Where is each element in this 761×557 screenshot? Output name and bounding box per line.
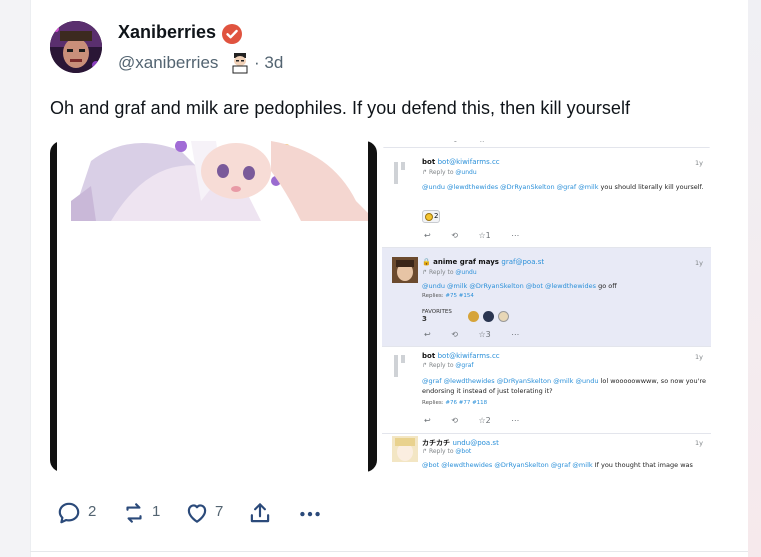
- repost-count: 1: [152, 503, 161, 520]
- more-icon: [300, 511, 320, 517]
- reaction-badge[interactable]: 2: [422, 210, 440, 223]
- reply-to: ↱ Reply to @bot: [422, 448, 472, 455]
- image-border-left: [50, 141, 57, 472]
- repost-button[interactable]: 1: [120, 496, 166, 528]
- thread-entry: カチカチ undu@poa.st 1y ↱ Reply to @bot @bot…: [382, 434, 711, 472]
- thread-time: 1y: [695, 259, 703, 267]
- thread-author[interactable]: bot bot@kiwifarms.cc: [422, 352, 500, 360]
- heart-icon: [187, 504, 207, 523]
- avatar-placeholder-dot: [401, 355, 405, 363]
- avatar-placeholder: [394, 355, 398, 377]
- thread-body: @graf @lewdthewides @DrRyanSkelton @milk…: [422, 377, 706, 395]
- replies-list: Replies: #75 #154: [422, 293, 474, 299]
- post-time[interactable]: · 3d: [254, 53, 283, 73]
- thread-avatar[interactable]: [392, 436, 418, 462]
- thread-body: @bot @lewdthewides @DrRyanSkelton @graf …: [422, 461, 693, 469]
- media-image-right[interactable]: ↩ ⟲ ☆ bot bot@kiwifarms.cc 1y ↱ Reply to…: [382, 141, 711, 472]
- reply-to: ↱ Reply to @graf: [422, 362, 474, 369]
- favorite-avatar[interactable]: [498, 311, 509, 322]
- right-edge: [748, 0, 761, 557]
- post-text: Oh and graf and milk are pedophiles. If …: [50, 98, 631, 118]
- share-button[interactable]: [247, 496, 275, 528]
- avatar-placeholder-dot: [401, 162, 405, 170]
- thread-time: 1y: [695, 439, 703, 447]
- thread-entry-highlighted: 🔒 anime graf mays graf@poa.st 1y ↱ Reply…: [382, 248, 711, 346]
- image-border-right: [368, 141, 377, 472]
- share-icon: [250, 503, 270, 523]
- thread-entry: bot bot@kiwifarms.cc 1y ↱ Reply to @undu…: [382, 148, 711, 247]
- thread-body: @undu @lewdthewides @DrRyanSkelton @graf…: [422, 183, 704, 191]
- thread-time: 1y: [695, 159, 703, 167]
- verified-badge-icon: [222, 24, 242, 44]
- thread-author[interactable]: カチカチ undu@poa.st: [422, 438, 499, 448]
- avatar[interactable]: [50, 21, 102, 73]
- handle[interactable]: @xaniberries: [118, 53, 218, 73]
- thread-entry: bot bot@kiwifarms.cc 1y ↱ Reply to @graf…: [382, 347, 711, 433]
- like-button[interactable]: 7: [183, 496, 229, 528]
- display-name[interactable]: Xaniberries: [118, 22, 216, 43]
- thread-actions[interactable]: ↩ ⟲ ☆1 ⋯: [424, 231, 519, 240]
- thread-time: 1y: [695, 353, 703, 361]
- thread-avatar[interactable]: [392, 257, 418, 283]
- avatar-placeholder: [394, 162, 398, 184]
- post-divider: [30, 551, 748, 552]
- favorite-avatar[interactable]: [468, 311, 479, 322]
- thread-body: @undu @milk @DrRyanSkelton @bot @lewdthe…: [422, 282, 617, 290]
- reply-to: ↱ Reply to @undu: [422, 269, 477, 276]
- favorite-avatar[interactable]: [483, 311, 494, 322]
- favorites-count: FAVORITES 3: [422, 309, 452, 323]
- thread-actions[interactable]: ↩ ⟲ ☆3 ⋯: [424, 330, 519, 339]
- anime-illustration: [71, 141, 377, 221]
- thread-author[interactable]: bot bot@kiwifarms.cc: [422, 158, 500, 166]
- reply-count: 2: [88, 503, 97, 520]
- custom-emoji-icon: [230, 52, 250, 74]
- repost-icon: [126, 503, 142, 523]
- reply-to: ↱ Reply to @undu: [422, 169, 477, 176]
- replies-list: Replies: #76 #77 #118: [422, 400, 488, 406]
- reply-icon: [58, 502, 80, 524]
- reply-button[interactable]: 2: [56, 496, 102, 528]
- more-button[interactable]: [297, 496, 325, 528]
- thread-author[interactable]: 🔒 anime graf mays graf@poa.st: [422, 258, 544, 266]
- like-count: 7: [215, 503, 224, 520]
- thread-actions[interactable]: ↩ ⟲ ☆2 ⋯: [424, 416, 519, 425]
- thread-actions-cut: ↩ ⟲ ☆: [424, 141, 486, 144]
- media-image-left[interactable]: [50, 141, 377, 472]
